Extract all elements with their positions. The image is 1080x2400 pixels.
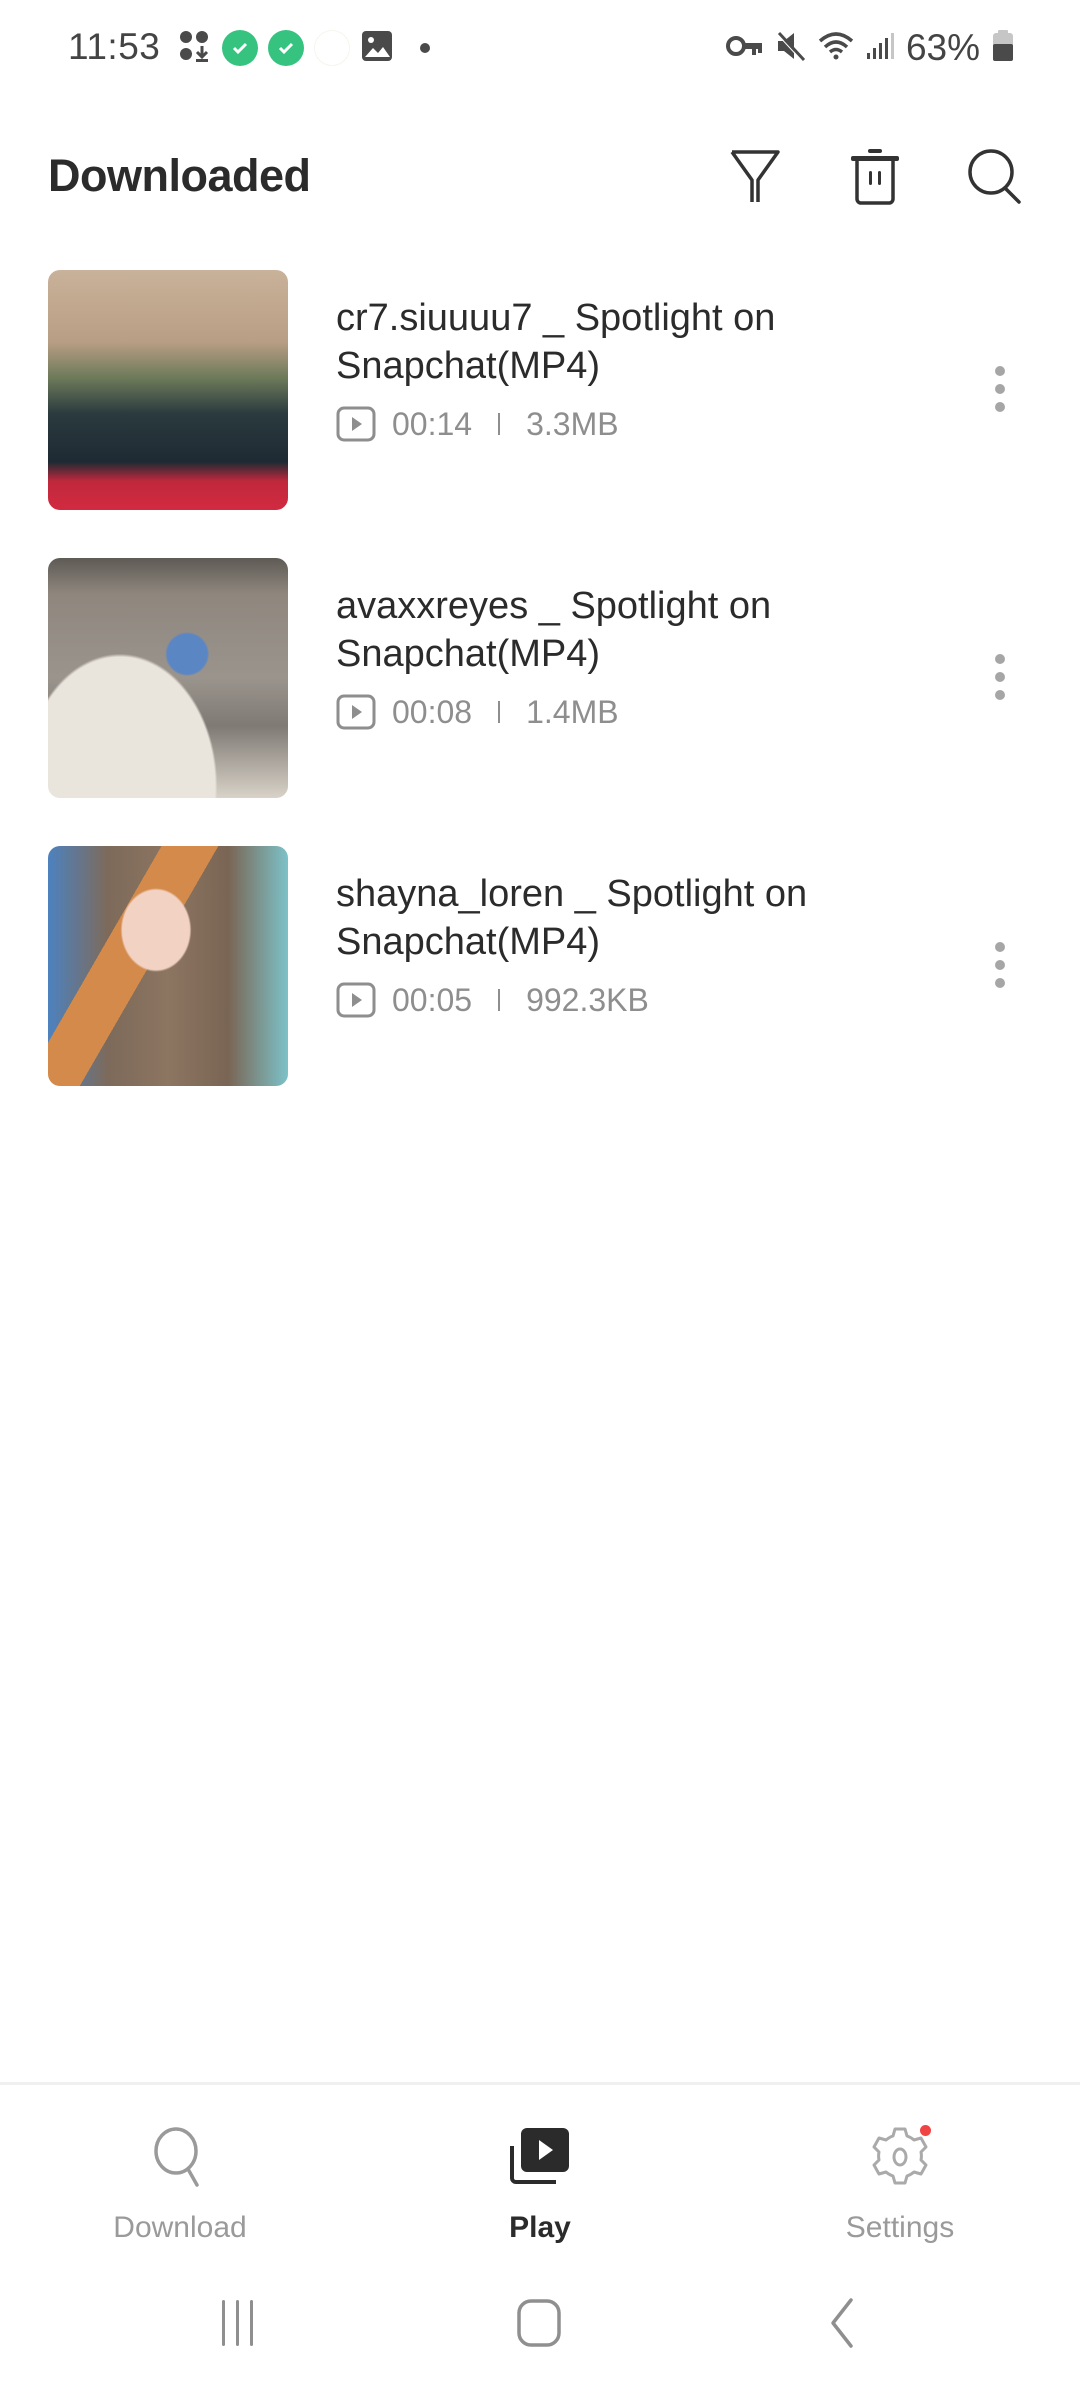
battery-percent: 63%: [905, 27, 980, 68]
item-meta: 00:08 1.4MB: [336, 692, 936, 732]
video-icon: [336, 694, 376, 730]
item-title: cr7.siuuuu7 _ Spotlight on Snapchat(MP4): [336, 297, 776, 387]
item-title: shayna_loren _ Spotlight on Snapchat(MP4…: [336, 873, 808, 963]
list-item[interactable]: shayna_loren _ Spotlight on Snapchat(MP4…: [0, 844, 1080, 1132]
more-options-button[interactable]: [980, 354, 1020, 424]
filter-icon: [728, 148, 782, 209]
nav-label-download: Download: [113, 2211, 247, 2244]
downloads-list: cr7.siuuuu7 _ Spotlight on Snapchat(MP4)…: [0, 268, 1080, 1132]
nav-tab-play[interactable]: Play: [420, 2121, 660, 2251]
signal-icon: [866, 31, 894, 66]
wifi-icon: [818, 31, 854, 66]
list-item[interactable]: cr7.siuuuu7 _ Spotlight on Snapchat(MP4)…: [0, 268, 1080, 556]
home-button[interactable]: [495, 2290, 585, 2360]
item-size: 1.4MB: [526, 693, 619, 730]
battery-icon: [992, 29, 1014, 67]
nav-tab-download[interactable]: Download: [60, 2121, 300, 2251]
mute-icon: [776, 30, 806, 67]
gallery-icon: [360, 29, 394, 68]
nav-label-settings: Settings: [845, 2211, 955, 2244]
item-duration: 00:08: [392, 693, 473, 730]
status-bar: 11:53 63%: [0, 0, 1080, 96]
notification-badge: [920, 2125, 931, 2136]
system-status-icons: 63%: [725, 26, 1014, 70]
status-time: 11:53: [68, 26, 161, 67]
home-icon: [516, 2298, 564, 2353]
nav-label-play: Play: [509, 2211, 571, 2244]
video-icon: [336, 406, 376, 442]
video-thumbnail[interactable]: [48, 558, 288, 798]
item-meta: 00:14 3.3MB: [336, 404, 936, 444]
video-thumbnail[interactable]: [48, 846, 288, 1086]
item-info: cr7.siuuuu7 _ Spotlight on Snapchat(MP4)…: [336, 294, 936, 444]
more-vert-icon: [995, 942, 1005, 952]
trash-icon: [849, 147, 901, 210]
faint-app-icon: [314, 30, 350, 66]
check-badge-icon: [222, 30, 258, 66]
search-icon: [145, 2121, 215, 2191]
delete-button[interactable]: [843, 146, 907, 210]
item-meta: 00:05 992.3KB: [336, 980, 936, 1020]
recent-apps-button[interactable]: [193, 2290, 283, 2360]
list-item[interactable]: avaxxreyes _ Spotlight on Snapchat(MP4) …: [0, 556, 1080, 844]
more-vert-icon: [995, 366, 1005, 376]
system-navigation-bar: [0, 2270, 1080, 2380]
more-vert-icon: [995, 654, 1005, 664]
item-size: 992.3KB: [526, 981, 649, 1018]
item-duration: 00:14: [392, 405, 473, 442]
play-library-icon: [505, 2121, 575, 2191]
search-button[interactable]: [963, 146, 1027, 210]
vpn-key-icon: [725, 33, 764, 64]
nav-tab-settings[interactable]: Settings: [780, 2121, 1020, 2251]
app-download-icon: [178, 29, 212, 68]
bottom-navigation: Download Play Settings: [0, 2082, 1080, 2262]
item-info: avaxxreyes _ Spotlight on Snapchat(MP4) …: [336, 582, 936, 732]
meta-separator: [498, 413, 501, 435]
back-icon: [827, 2297, 857, 2354]
item-duration: 00:05: [392, 981, 473, 1018]
meta-separator: [498, 989, 501, 1011]
check-badge-icon: [268, 30, 304, 66]
dot-icon: [420, 43, 430, 53]
video-icon: [336, 982, 376, 1018]
app-header: Downloaded: [0, 130, 1080, 222]
video-thumbnail[interactable]: [48, 270, 288, 510]
notification-icons: [178, 28, 430, 68]
more-options-button[interactable]: [980, 642, 1020, 712]
item-size: 3.3MB: [526, 405, 619, 442]
item-info: shayna_loren _ Spotlight on Snapchat(MP4…: [336, 870, 936, 1020]
search-icon: [965, 146, 1025, 211]
back-button[interactable]: [797, 2290, 887, 2360]
item-title: avaxxreyes _ Spotlight on Snapchat(MP4): [336, 585, 772, 675]
filter-button[interactable]: [723, 146, 787, 210]
page-title: Downloaded: [48, 150, 311, 201]
meta-separator: [498, 701, 501, 723]
gear-icon: [865, 2121, 935, 2191]
recent-apps-icon: [218, 2298, 258, 2353]
more-options-button[interactable]: [980, 930, 1020, 1000]
